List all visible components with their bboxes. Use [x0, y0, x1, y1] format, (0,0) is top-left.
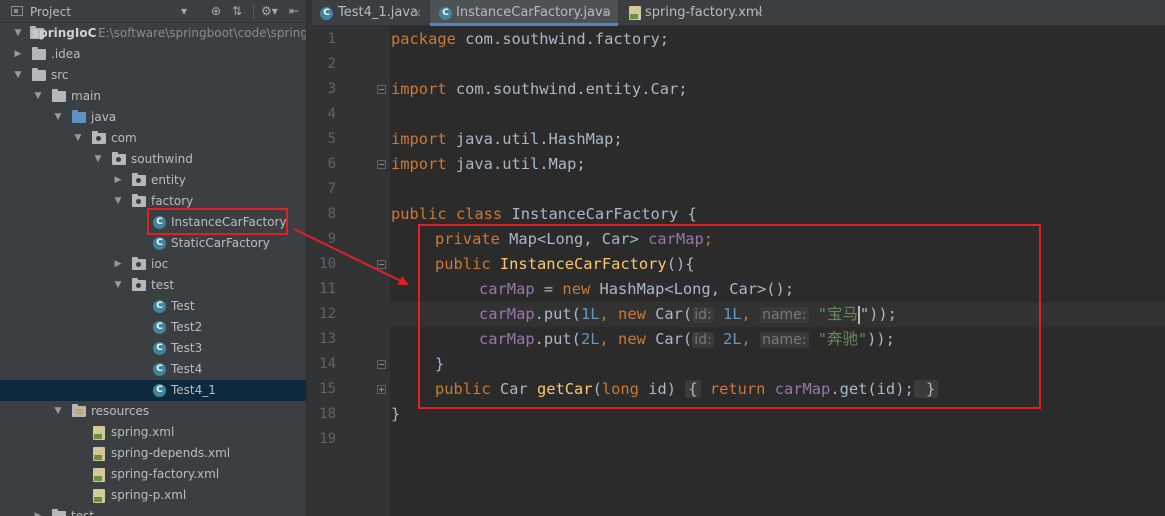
- annotation-arrow: [293, 228, 409, 285]
